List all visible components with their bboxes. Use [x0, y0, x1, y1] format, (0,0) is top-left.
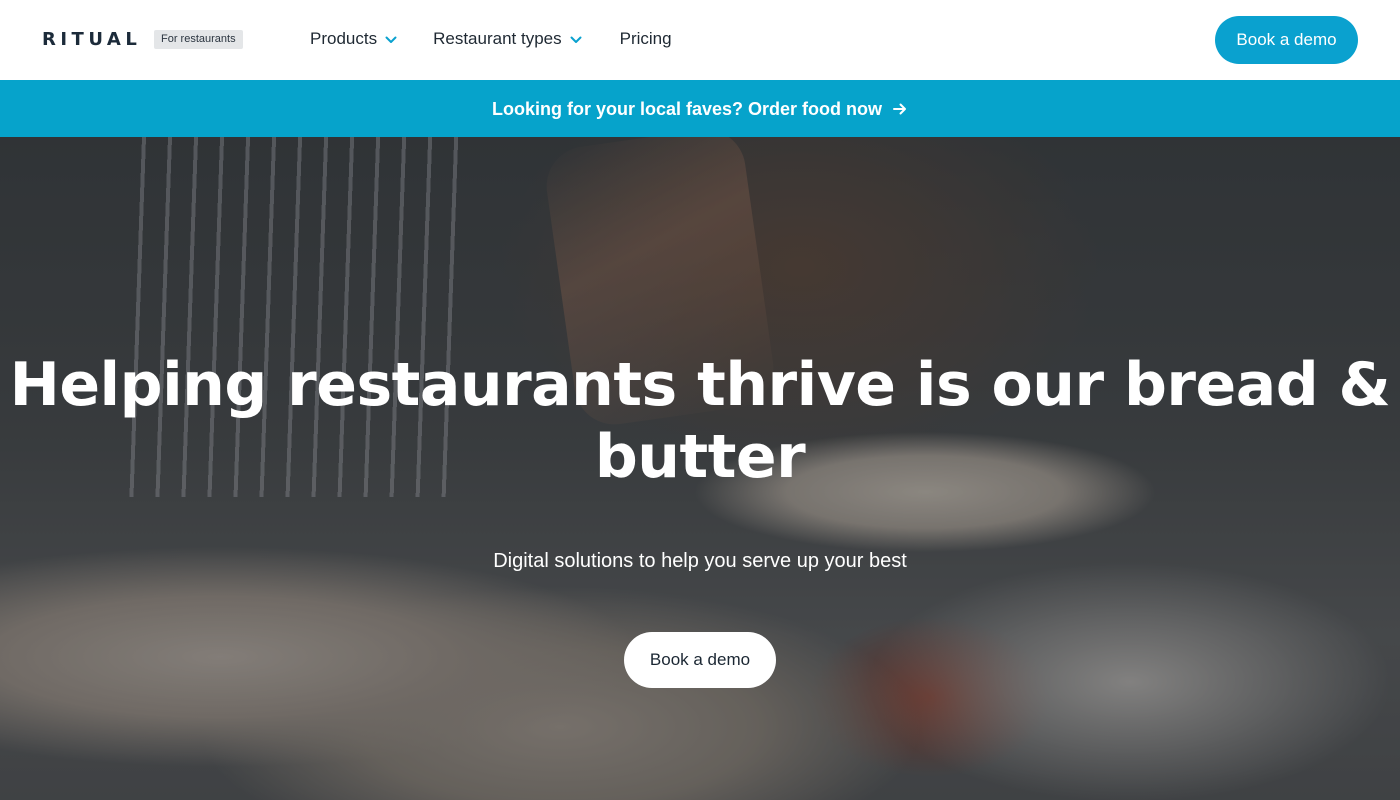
nav-item-label: Products [310, 29, 378, 48]
order-food-banner[interactable]: Looking for your local faves? Order food… [0, 80, 1400, 137]
nav-item-restaurant-types[interactable]: Restaurant types [433, 27, 582, 51]
nav-item-label: Pricing [619, 29, 672, 48]
banner-text: Looking for your local faves? Order food… [491, 98, 883, 119]
hero-title: Helping restaurants thrive is our bread … [9, 350, 1391, 492]
main-nav: Products Restaurant types Pricing [310, 27, 672, 51]
site-header: RITUAL For restaurants Products Restaura… [0, 0, 1400, 80]
ritual-logo[interactable]: RITUAL [42, 30, 141, 50]
book-demo-button[interactable]: Book a demo [1215, 16, 1358, 64]
hero-section: Helping restaurants thrive is our bread … [0, 137, 1400, 800]
arrow-right-icon [892, 101, 908, 117]
nav-item-products[interactable]: Products [310, 27, 397, 51]
hero-book-demo-button[interactable]: Book a demo [624, 632, 776, 688]
nav-item-label: Restaurant types [433, 29, 562, 48]
hero-subtitle: Digital solutions to help you serve up y… [493, 550, 907, 572]
for-restaurants-badge: For restaurants [154, 30, 243, 49]
chevron-down-icon [570, 27, 582, 51]
nav-item-pricing[interactable]: Pricing [620, 27, 672, 51]
chevron-down-icon [385, 27, 397, 51]
